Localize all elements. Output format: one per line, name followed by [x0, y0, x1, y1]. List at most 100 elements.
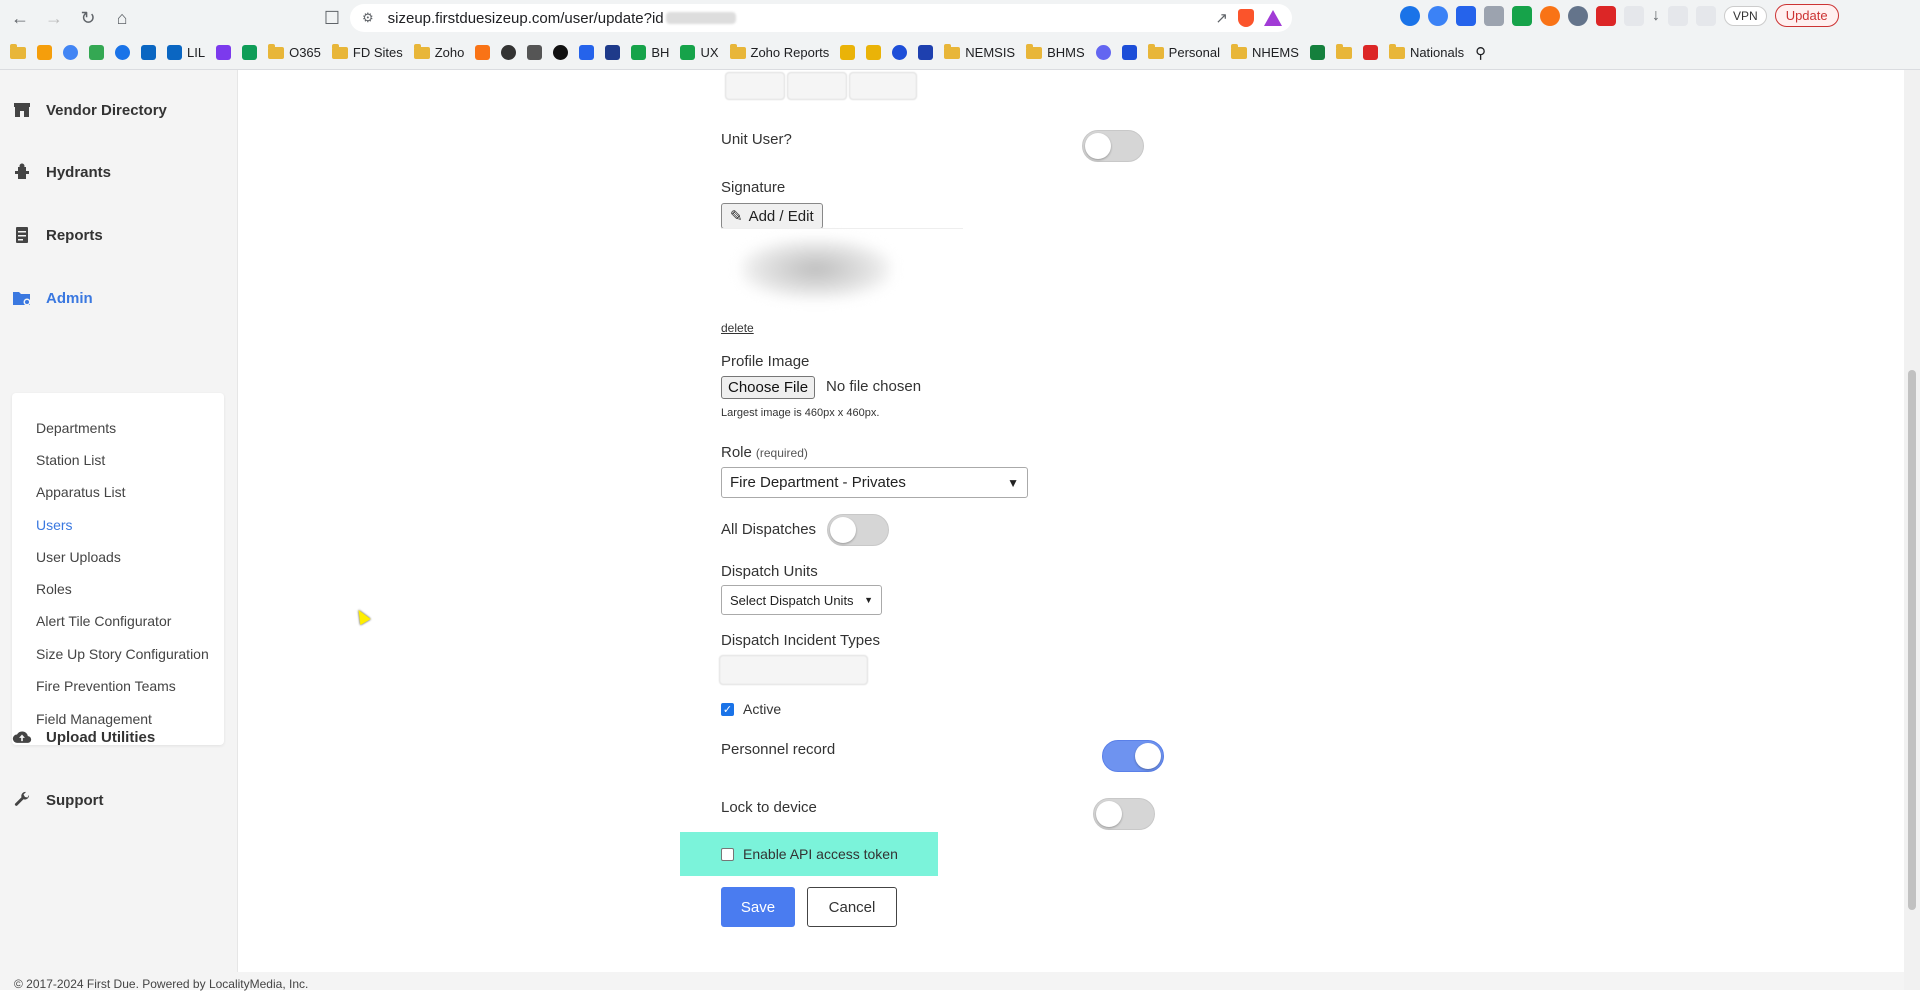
bookmark-nationals[interactable]: Nationals [1388, 43, 1464, 60]
role-select[interactable]: Fire Department - Privates ▼ [721, 467, 1028, 498]
bookmark-favicon[interactable] [216, 45, 232, 60]
bookmark-ux[interactable]: UX [680, 45, 719, 60]
unit-user-toggle[interactable] [1082, 130, 1144, 162]
extension-icon[interactable] [1596, 5, 1616, 26]
extension-icon[interactable] [1484, 5, 1504, 26]
update-button[interactable]: Update [1774, 4, 1839, 27]
all-dispatches-toggle[interactable] [827, 514, 889, 546]
save-button[interactable]: Save [721, 887, 795, 927]
bookmark-favicon[interactable] [37, 45, 52, 60]
submenu-item-departments[interactable]: Departments [36, 420, 116, 436]
cancel-button[interactable]: Cancel [807, 887, 897, 927]
extension-icon[interactable] [1428, 5, 1448, 26]
link-icon[interactable] [527, 45, 543, 60]
chart-icon[interactable] [840, 45, 856, 60]
bookmark-favicon[interactable] [918, 45, 934, 60]
extension-icon[interactable] [1400, 5, 1420, 26]
bookmark-zoho-reports[interactable]: Zoho Reports [729, 43, 829, 60]
brave-shield-icon[interactable] [1238, 9, 1254, 27]
required-indicator: (required) [755, 446, 808, 460]
page-scrollbar[interactable] [1904, 70, 1920, 990]
sidebar-item-vendor-directory[interactable]: Vendor Directory [12, 100, 167, 120]
sheets-icon[interactable] [242, 45, 258, 60]
bookmark-favicon[interactable] [1095, 45, 1111, 60]
toggle-knob [1096, 801, 1122, 827]
google-icon[interactable] [63, 45, 78, 60]
bookmark-favicon[interactable] [1121, 45, 1137, 60]
sidebar-toggle-icon[interactable] [1668, 5, 1688, 26]
maps-icon[interactable] [89, 45, 104, 60]
bookmark-fd-sites[interactable]: FD Sites [331, 43, 403, 60]
active-checkbox[interactable]: ✓ [721, 703, 734, 716]
bookmark-favicon[interactable] [1309, 45, 1325, 60]
feather-icon [631, 45, 647, 60]
submenu-item-roles[interactable]: Roles [36, 581, 72, 597]
sidebar-item-upload-utilities[interactable]: Upload Utilities [12, 727, 155, 747]
scrollbar-thumb[interactable] [1908, 370, 1916, 910]
sidebar-item-support[interactable]: Support [12, 790, 104, 810]
bookmark-zoho[interactable]: Zoho [413, 43, 464, 60]
dispatch-incident-types-field[interactable] [719, 655, 868, 685]
bookmark-bhms[interactable]: BHMS [1026, 43, 1085, 60]
dispatch-units-dropdown[interactable]: Select Dispatch Units ▼ [721, 585, 882, 615]
choose-file-button[interactable]: Choose File [721, 376, 816, 399]
bookmark-lil[interactable]: LIL [167, 45, 205, 60]
rss-icon[interactable] [475, 45, 491, 60]
submenu-item-alert-tile-configurator[interactable]: Alert Tile Configurator [36, 613, 171, 629]
bookmark-star-icon[interactable]: ☐ [318, 4, 346, 32]
site-settings-icon[interactable]: ⚙ [362, 10, 374, 26]
linkedin-icon[interactable] [141, 45, 156, 60]
wallet-icon[interactable] [1696, 5, 1716, 26]
brave-rewards-icon[interactable] [1264, 10, 1282, 26]
extensions-puzzle-icon[interactable] [1624, 5, 1644, 26]
bookmark-favicon[interactable] [605, 45, 621, 60]
home-icon[interactable]: ⌂ [108, 4, 136, 32]
github-icon[interactable] [553, 45, 569, 60]
bookmark-bh[interactable]: BH [631, 45, 669, 60]
extension-icon[interactable] [1512, 5, 1532, 26]
admin-folder-icon [12, 288, 32, 308]
api-token-checkbox[interactable] [721, 848, 734, 861]
download-icon[interactable]: ↓ [1652, 7, 1660, 25]
personnel-record-toggle[interactable] [1102, 740, 1164, 772]
share-icon[interactable]: ↗ [1215, 9, 1228, 27]
submenu-item-fire-prevention-teams[interactable]: Fire Prevention Teams [36, 678, 176, 694]
openai-icon[interactable] [501, 45, 517, 60]
submenu-item-size-up-story-configuration[interactable]: Size Up Story Configuration [36, 646, 209, 662]
bookmark-o365[interactable]: O365 [268, 43, 321, 60]
bookmark-favicon[interactable] [892, 45, 908, 60]
redacted-field [849, 72, 917, 100]
toggle-knob [830, 517, 856, 543]
extension-icon[interactable] [1456, 5, 1476, 26]
add-edit-signature-button[interactable]: ✎ Add / Edit [721, 203, 823, 229]
extension-icon[interactable] [1540, 5, 1560, 26]
back-icon[interactable]: ← [6, 4, 34, 32]
sidebar-item-hydrants[interactable]: Hydrants [12, 162, 111, 182]
browser-toolbar: ← → ↻ ⌂ ☐ ⚙ sizeup.firstduesizeup.com/us… [0, 0, 1920, 36]
extension-icon[interactable] [1568, 5, 1588, 26]
search-icon[interactable] [115, 45, 130, 60]
submenu-item-users[interactable]: Users [36, 517, 73, 533]
delete-signature-link[interactable]: delete [721, 321, 754, 335]
lock-to-device-toggle[interactable] [1093, 798, 1155, 830]
bookmark-favicon[interactable] [579, 45, 595, 60]
forward-icon[interactable]: → [40, 4, 68, 32]
sidebar-item-reports[interactable]: Reports [12, 225, 103, 245]
submenu-item-user-uploads[interactable]: User Uploads [36, 549, 121, 565]
submenu-item-field-management[interactable]: Field Management [36, 711, 152, 727]
sidebar-item-admin[interactable]: Admin [12, 288, 93, 308]
search-icon[interactable]: ⚲ [1475, 44, 1486, 62]
bookmark-nhems[interactable]: NHEMS [1230, 43, 1299, 60]
image-size-help: Largest image is 460px x 460px. [721, 407, 880, 419]
submenu-item-station-list[interactable]: Station List [36, 452, 105, 468]
vpn-button[interactable]: VPN [1724, 5, 1767, 26]
reload-icon[interactable]: ↻ [74, 4, 102, 32]
address-bar[interactable]: ⚙ sizeup.firstduesizeup.com/user/update?… [350, 4, 1292, 32]
folder-icon[interactable] [10, 43, 26, 59]
chart-icon[interactable] [866, 45, 882, 60]
submenu-item-apparatus-list[interactable]: Apparatus List [36, 484, 126, 500]
bookmark-favicon[interactable] [1362, 45, 1378, 60]
folder-icon[interactable] [1335, 43, 1352, 59]
bookmark-personal[interactable]: Personal [1147, 43, 1220, 60]
bookmark-nemsis[interactable]: NEMSIS [944, 43, 1015, 60]
